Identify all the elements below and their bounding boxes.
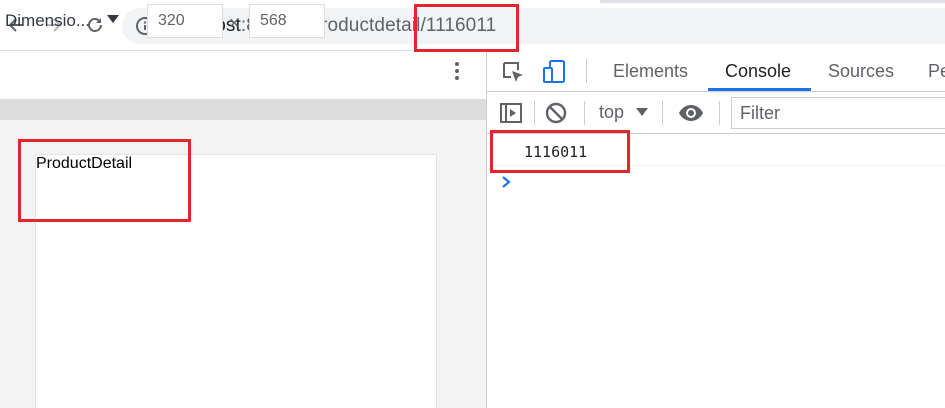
console-prompt-icon[interactable] bbox=[500, 175, 512, 189]
more-options-icon[interactable] bbox=[452, 60, 462, 84]
annotation-box-console-log bbox=[490, 130, 630, 173]
toolbar-separator bbox=[662, 101, 663, 125]
toolbar-separator bbox=[584, 101, 585, 125]
caret-down-icon[interactable] bbox=[636, 108, 648, 116]
toolbar-separator bbox=[534, 101, 535, 125]
tab-performance[interactable]: Pe bbox=[928, 61, 945, 82]
eye-icon[interactable] bbox=[678, 100, 704, 126]
context-selector[interactable]: top bbox=[599, 102, 624, 123]
annotation-box-url-id bbox=[414, 4, 519, 52]
toolbar-separator bbox=[586, 59, 587, 83]
tab-console[interactable]: Console bbox=[725, 61, 791, 82]
sidebar-toggle-icon[interactable] bbox=[498, 100, 524, 126]
annotation-box-page-content bbox=[18, 139, 191, 222]
active-tab-indicator bbox=[708, 88, 811, 91]
device-toggle-icon[interactable] bbox=[541, 59, 567, 85]
tab-sources[interactable]: Sources bbox=[828, 61, 894, 82]
tab-strip-edge bbox=[0, 0, 945, 3]
clear-console-icon[interactable] bbox=[543, 100, 569, 126]
device-toolbar bbox=[0, 50, 486, 92]
height-input[interactable]: 568 bbox=[249, 4, 325, 38]
times-separator: × bbox=[229, 13, 240, 33]
dimensions-dropdown[interactable]: Dimensio... bbox=[5, 11, 90, 31]
console-output bbox=[487, 135, 945, 408]
width-input[interactable]: 320 bbox=[147, 4, 223, 38]
caret-down-icon[interactable] bbox=[107, 15, 119, 23]
filter-input[interactable] bbox=[731, 97, 945, 129]
active-tab-edge bbox=[0, 0, 600, 3]
toolbar-separator bbox=[719, 101, 720, 125]
device-ruler bbox=[0, 92, 486, 120]
tab-elements[interactable]: Elements bbox=[613, 61, 688, 82]
inspect-element-icon[interactable] bbox=[500, 59, 526, 85]
